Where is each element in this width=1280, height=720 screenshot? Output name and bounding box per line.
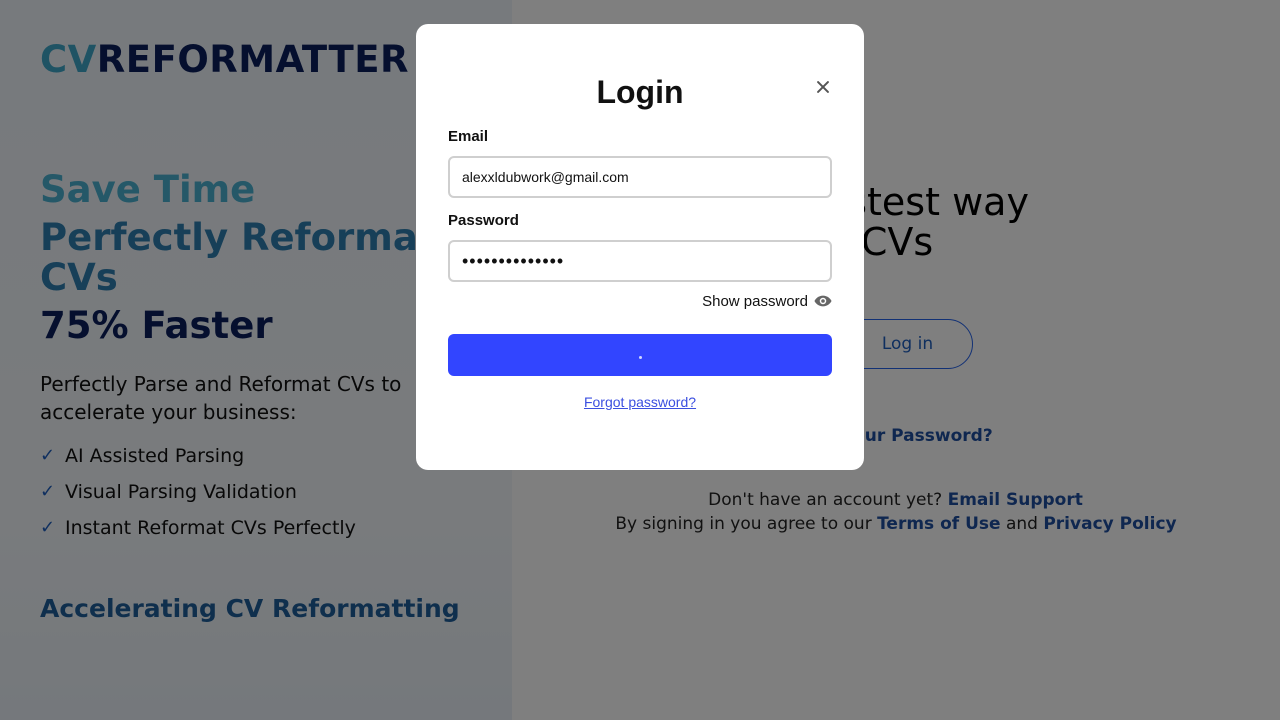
submit-button[interactable]: [448, 334, 832, 376]
password-field[interactable]: [448, 240, 832, 282]
show-password-label: Show password: [702, 292, 808, 310]
eye-icon[interactable]: [814, 295, 832, 307]
email-field[interactable]: [448, 156, 832, 198]
loading-spinner: [638, 355, 642, 359]
forgot-password-link[interactable]: Forgot password?: [448, 394, 832, 410]
close-icon[interactable]: [812, 76, 834, 98]
password-label: Password: [448, 212, 519, 229]
show-password-toggle[interactable]: Show password: [448, 292, 832, 310]
login-modal: Login Email Password Show password Forgo…: [416, 24, 864, 470]
email-label: Email: [448, 128, 489, 145]
modal-title: Login: [596, 74, 684, 110]
